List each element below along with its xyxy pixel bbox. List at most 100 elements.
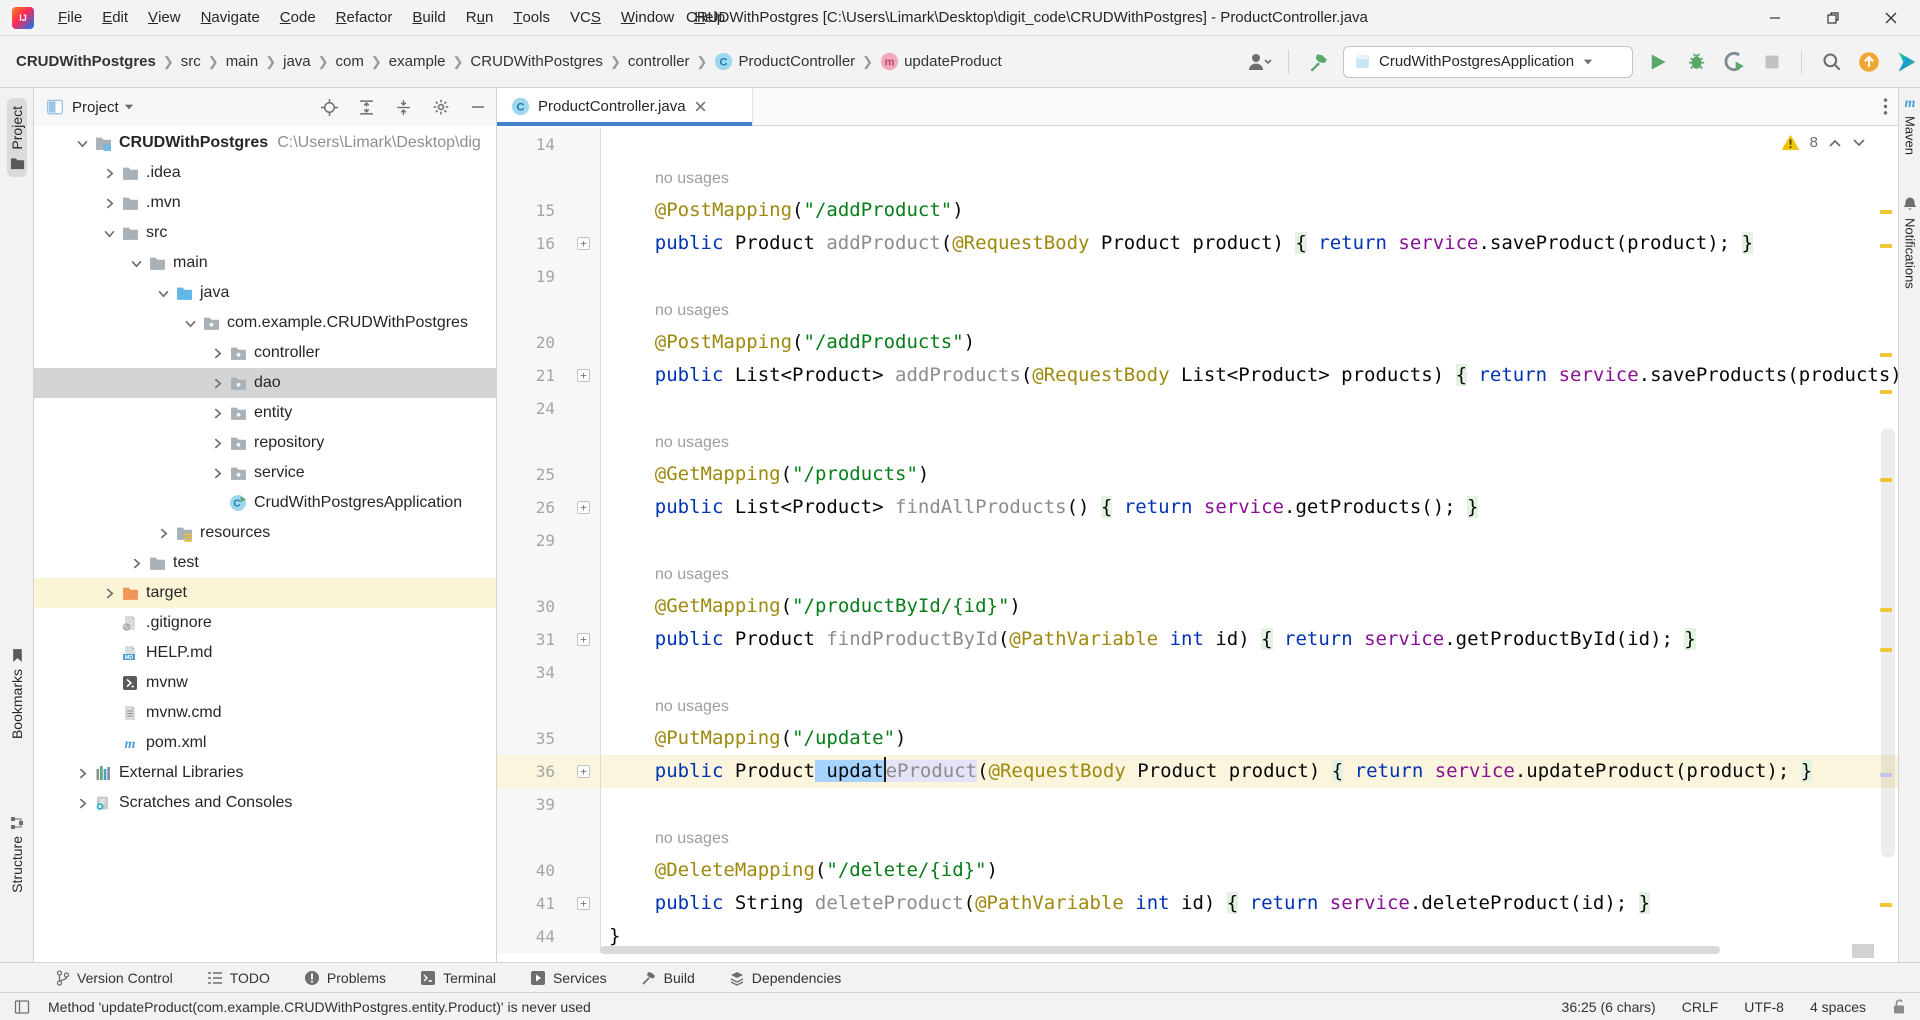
usages-inlay-hint[interactable]: no usages [609,170,729,187]
code-line-content[interactable]: @PostMapping("/addProduct") [600,194,1898,227]
breadcrumb-item-productcontroller[interactable]: CProductController [714,52,855,71]
fold-toggle-icon[interactable]: + [577,633,590,646]
debug-button[interactable] [1683,49,1709,75]
code-line-content[interactable]: no usages [600,689,1898,722]
menu-file[interactable]: File [48,0,92,35]
file-encoding[interactable]: UTF-8 [1744,999,1784,1015]
code-line-15[interactable]: 15 @PostMapping("/addProduct") [497,194,1898,227]
chevron-expanded-icon[interactable] [151,288,175,299]
chevron-collapsed-icon[interactable] [70,768,94,779]
tree-item-test[interactable]: test [34,548,496,578]
stripe-item-project[interactable]: Project [0,98,34,177]
code-line-16[interactable]: 16+ public Product addProduct(@RequestBo… [497,227,1898,260]
stripe-item-structure[interactable]: Structure [0,816,34,893]
chevron-expanded-icon[interactable] [178,318,202,329]
code-line-34[interactable]: 34 [497,656,1898,689]
stripe-item-notifications[interactable]: Notifications [1899,196,1920,289]
caret-stripe-mark[interactable] [1880,773,1892,777]
tool-window-button-version-control[interactable]: Version Control [55,970,173,986]
code-line-content[interactable]: public Product findProductById(@PathVari… [600,623,1898,656]
code-line-content[interactable]: @DeleteMapping("/delete/{id}") [600,854,1898,887]
menu-tools[interactable]: Tools [503,0,560,35]
code-line-14[interactable]: 14 [497,128,1898,161]
tree-item-main[interactable]: main [34,248,496,278]
chevron-expanded-icon[interactable] [124,258,148,269]
stripe-item-bookmarks[interactable]: Bookmarks [0,648,34,739]
chevron-collapsed-icon[interactable] [97,588,121,599]
code-line-41[interactable]: 41+ public String deleteProduct(@PathVar… [497,887,1898,920]
tree-item-pom.xml[interactable]: mpom.xml [34,728,496,758]
code-line-40[interactable]: 40 @DeleteMapping("/delete/{id}") [497,854,1898,887]
code-line-content[interactable]: @PostMapping("/addProducts") [600,326,1898,359]
project-panel-title[interactable]: Project [72,99,119,116]
code-line-39[interactable]: 39 [497,788,1898,821]
breadcrumb-item-crudwithpostgres[interactable]: CRUDWithPostgres [16,53,156,70]
warning-stripe-mark[interactable] [1880,648,1892,652]
chevron-collapsed-icon[interactable] [97,168,121,179]
warning-stripe-mark[interactable] [1880,210,1892,214]
tree-item-target[interactable]: target [34,578,496,608]
code-line-content[interactable]: no usages [600,821,1898,854]
menu-run[interactable]: Run [456,0,504,35]
code-line-content[interactable]: public Product updateProduct(@RequestBod… [600,755,1898,788]
code-line-content[interactable]: no usages [600,425,1898,458]
usages-inlay-hint[interactable]: no usages [609,302,729,319]
tool-window-button-build[interactable]: Build [641,970,695,986]
tree-item-external-libraries[interactable]: External Libraries [34,758,496,788]
warning-stripe-mark[interactable] [1880,244,1892,248]
stop-button[interactable] [1759,49,1785,75]
code-line-content[interactable]: public Product addProduct(@RequestBody P… [600,227,1898,260]
chevron-collapsed-icon[interactable] [205,378,229,389]
tool-window-button-services[interactable]: Services [530,970,607,986]
code-line-36[interactable]: 36+ public Product updateProduct(@Reques… [497,755,1898,788]
code-line-25[interactable]: 25 @GetMapping("/products") [497,458,1898,491]
profile-button[interactable] [1246,49,1272,75]
tool-window-button-todo[interactable]: TODO [207,970,270,986]
indent-setting[interactable]: 4 spaces [1810,999,1866,1015]
fold-toggle-icon[interactable]: + [577,369,590,382]
fold-toggle-icon[interactable]: + [577,765,590,778]
tree-item-java[interactable]: java [34,278,496,308]
code-line-content[interactable]: public List<Product> findAllProducts() {… [600,491,1898,524]
tree-item-mvnw[interactable]: mvnw [34,668,496,698]
tree-item-.gitignore[interactable]: .gitignore [34,608,496,638]
editor-options-button[interactable] [1883,88,1898,125]
breadcrumb-item-com[interactable]: com [336,53,364,70]
code-with-me-button[interactable] [1894,49,1920,75]
menu-vcs[interactable]: VCS [560,0,611,35]
code-line-content[interactable]: public List<Product> addProducts(@Reques… [600,359,1898,392]
caret-position[interactable]: 36:25 (6 chars) [1562,999,1656,1015]
unlock-icon[interactable] [1892,998,1906,1015]
code-line-31[interactable]: 31+ public Product findProductById(@Path… [497,623,1898,656]
tree-item-service[interactable]: service [34,458,496,488]
chevron-collapsed-icon[interactable] [205,438,229,449]
profiler-button[interactable] [1721,49,1747,75]
tab-productcontroller[interactable]: C ProductController.java [497,88,753,125]
horizontal-scrollbar[interactable] [600,946,1720,954]
code-line-content[interactable] [600,392,1898,425]
collapse-all-icon[interactable] [395,99,412,116]
code-line-content[interactable]: no usages [600,293,1898,326]
warning-stripe-mark[interactable] [1880,478,1892,482]
usages-inlay-hint[interactable]: no usages [609,566,729,583]
chevron-collapsed-icon[interactable] [151,528,175,539]
chevron-expanded-icon[interactable] [70,138,94,149]
menu-view[interactable]: View [138,0,191,35]
fold-toggle-icon[interactable]: + [577,237,590,250]
code-line-26[interactable]: 26+ public List<Product> findAllProducts… [497,491,1898,524]
tree-item-crudwithpostgres[interactable]: CRUDWithPostgresC:\Users\Limark\Desktop\… [34,128,496,158]
menu-refactor[interactable]: Refactor [326,0,403,35]
code-line-content[interactable]: @GetMapping("/products") [600,458,1898,491]
expand-all-icon[interactable] [358,99,375,116]
breadcrumb-item-java[interactable]: java [283,53,311,70]
search-everywhere-button[interactable] [1818,49,1844,75]
code-line-content[interactable]: public String deleteProduct(@PathVariabl… [600,887,1898,920]
code-line-content[interactable] [600,128,1898,161]
tree-item-.idea[interactable]: .idea [34,158,496,188]
chevron-collapsed-icon[interactable] [205,348,229,359]
tree-item-crudwithpostgresapplication[interactable]: CCrudWithPostgresApplication [34,488,496,518]
menu-edit[interactable]: Edit [92,0,138,35]
close-button[interactable] [1862,0,1920,36]
code-line-21[interactable]: 21+ public List<Product> addProducts(@Re… [497,359,1898,392]
breadcrumb-item-main[interactable]: main [226,53,259,70]
